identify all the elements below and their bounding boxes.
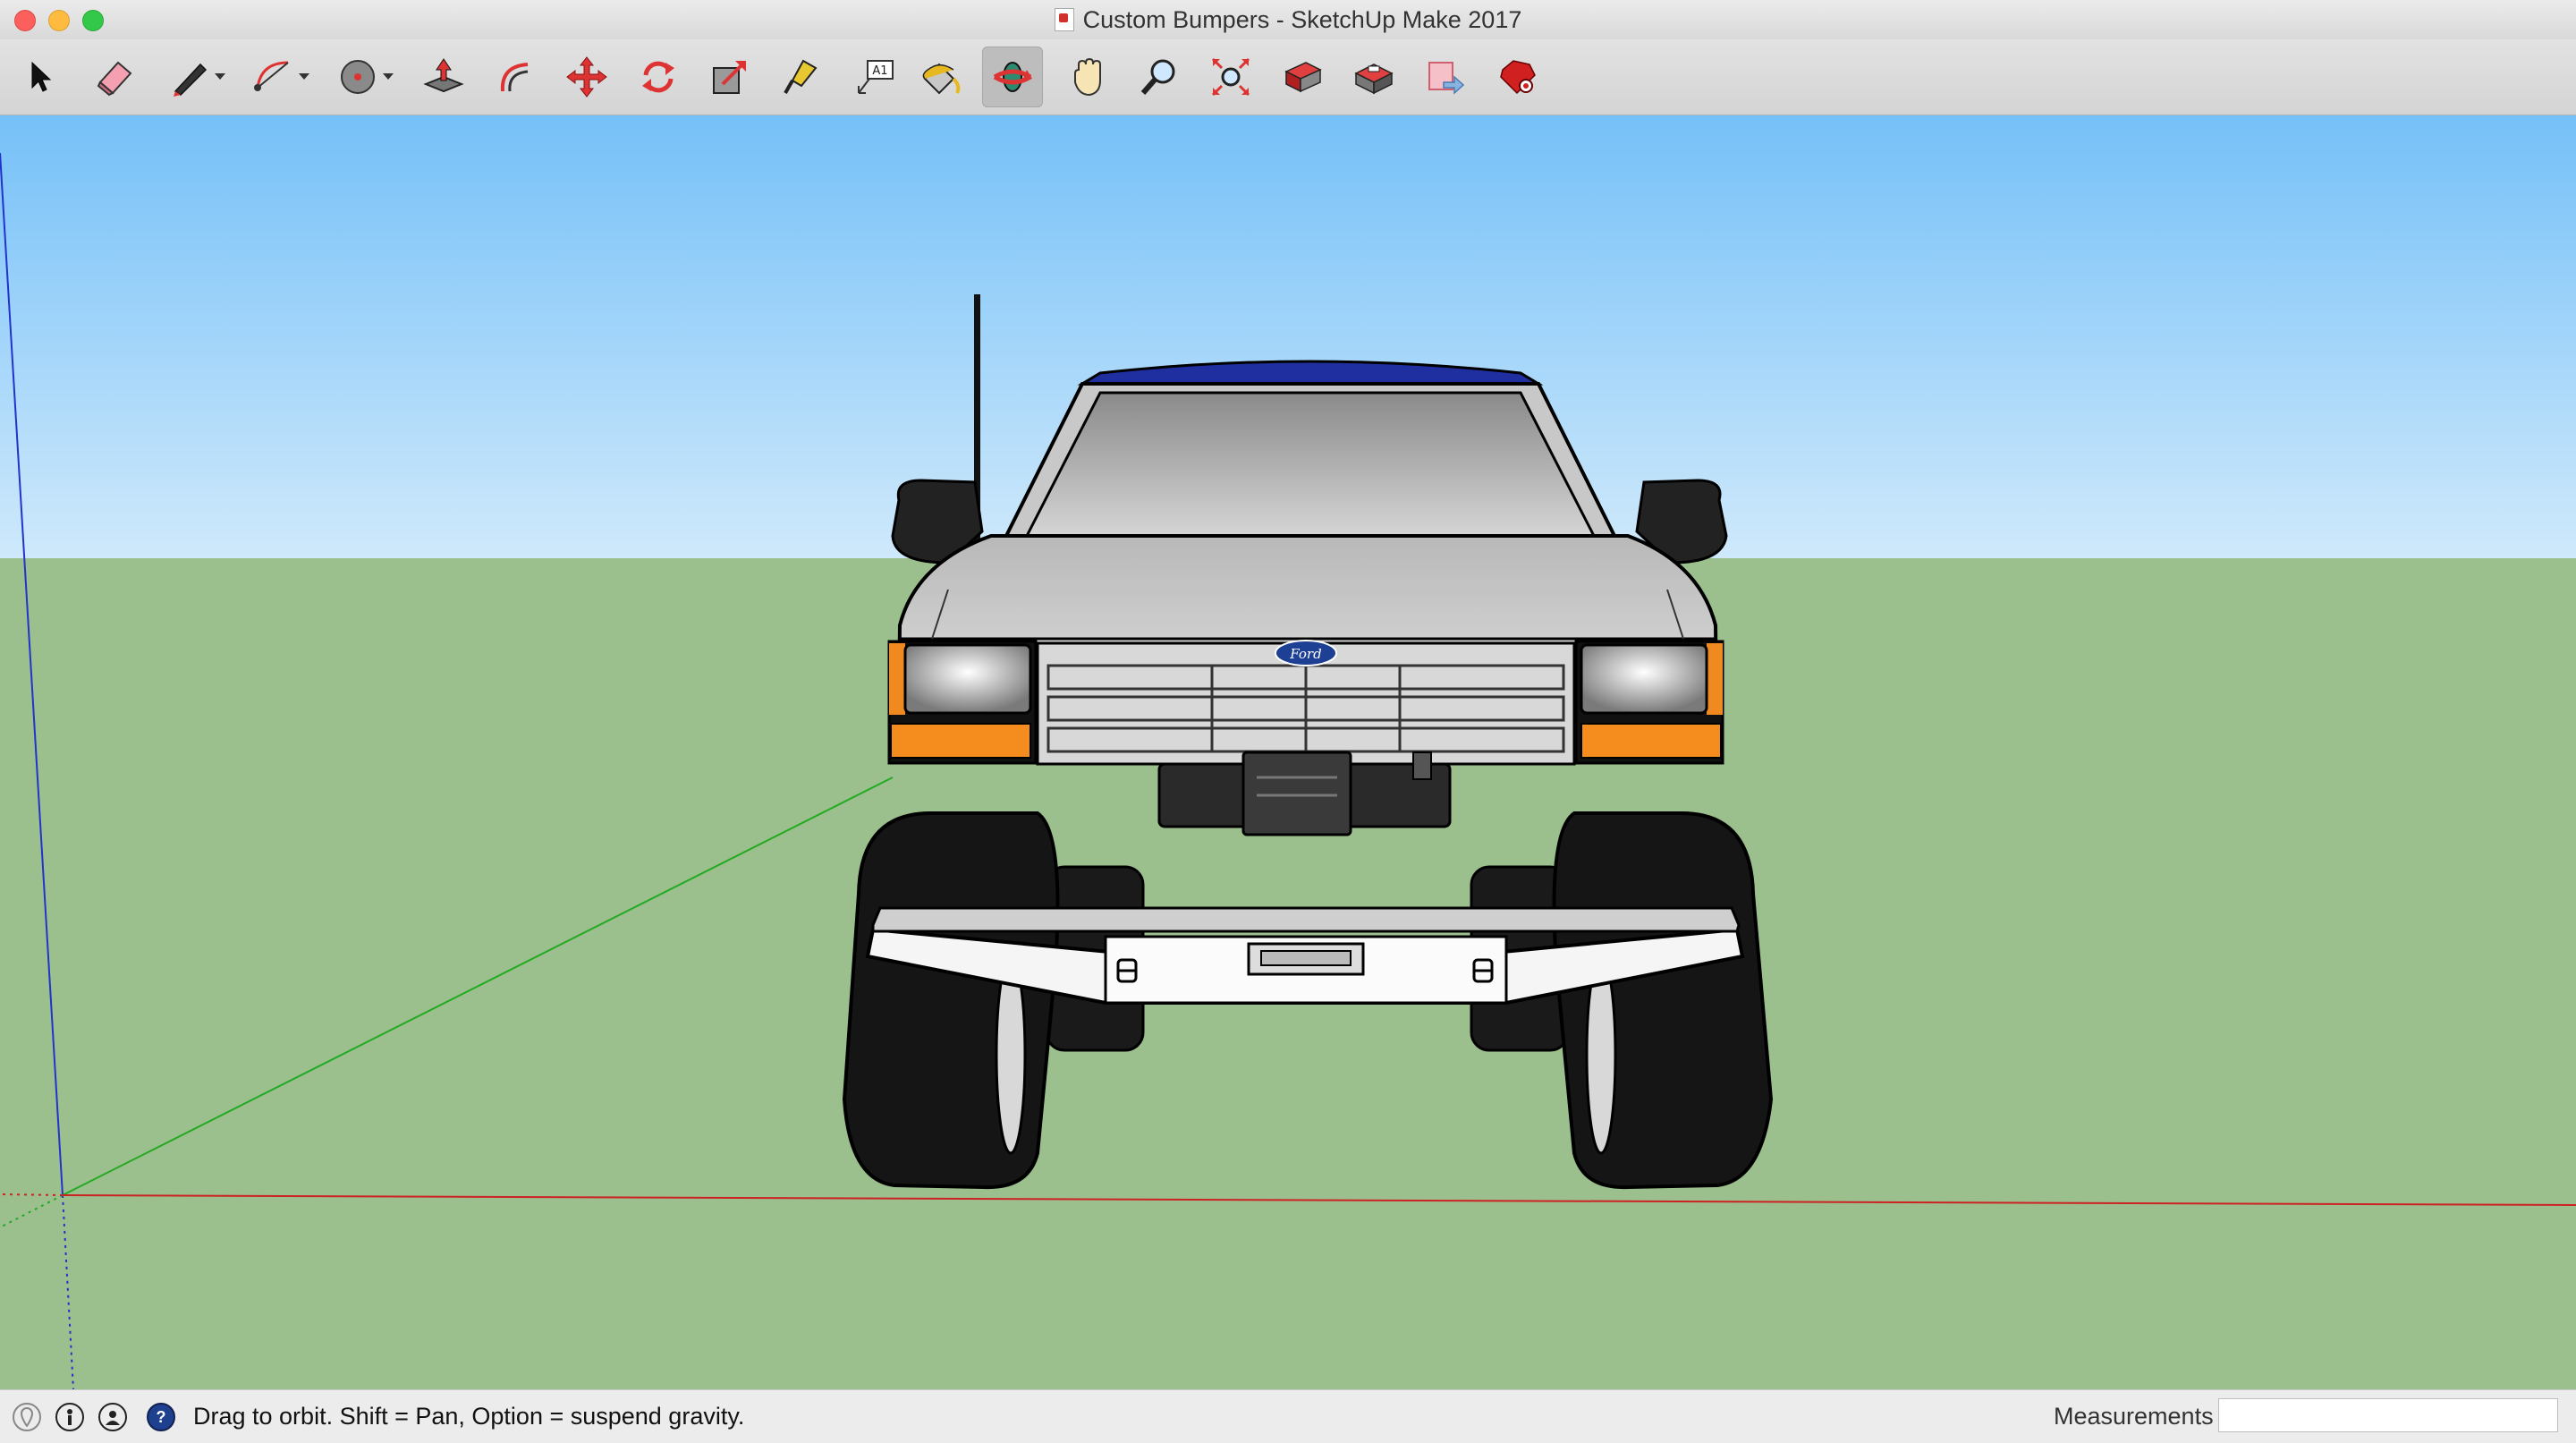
svg-text:A1: A1 bbox=[872, 64, 887, 78]
extension-manager-icon bbox=[1500, 60, 1536, 95]
send-to-layout-icon bbox=[1428, 62, 1465, 95]
3d-warehouse-icon bbox=[1284, 62, 1322, 93]
measurements-input[interactable] bbox=[2218, 1398, 2558, 1432]
model-viewport[interactable]: Ford bbox=[0, 115, 2576, 1389]
line-tool-button[interactable] bbox=[159, 47, 225, 107]
scene-canvas: Ford bbox=[0, 115, 2576, 1389]
push-pull-tool-icon bbox=[423, 58, 464, 93]
main-toolbar: A1 bbox=[0, 39, 2576, 115]
bumper-top bbox=[871, 906, 1741, 933]
title-bar: Custom Bumpers - SketchUp Make 2017 bbox=[0, 0, 2576, 39]
shape-tool-button[interactable] bbox=[327, 47, 394, 107]
send-to-layout-button[interactable] bbox=[1415, 47, 1476, 107]
extension-manager-button[interactable] bbox=[1487, 47, 1547, 107]
paint-bucket-tool-button[interactable] bbox=[911, 47, 971, 107]
headlight-right bbox=[1580, 643, 1708, 715]
shape-tool-icon bbox=[341, 60, 375, 94]
eraser-tool-icon bbox=[97, 61, 132, 97]
push-pull-tool-button[interactable] bbox=[413, 47, 474, 107]
scale-tool-button[interactable] bbox=[699, 47, 760, 107]
text-tool-button[interactable]: A1 bbox=[844, 47, 905, 107]
window-title: Custom Bumpers - SketchUp Make 2017 bbox=[1082, 6, 1522, 33]
document-icon bbox=[1054, 8, 1074, 31]
line-tool-icon bbox=[174, 63, 208, 97]
rotate-tool-button[interactable] bbox=[628, 47, 689, 107]
orbit-tool-icon bbox=[993, 62, 1032, 92]
front-tire-left bbox=[842, 811, 1060, 1190]
ford-badge-text: Ford bbox=[1289, 646, 1321, 662]
measurements-label: Measurements bbox=[2054, 1403, 2214, 1430]
shape-tool-dropdown-icon[interactable] bbox=[383, 73, 394, 80]
status-hint-text: Drag to orbit. Shift = Pan, Option = sus… bbox=[193, 1403, 745, 1430]
zoom-extents-tool-icon bbox=[1211, 57, 1250, 97]
arc-tool-button[interactable] bbox=[243, 47, 309, 107]
arc-tool-dropdown-icon[interactable] bbox=[299, 73, 309, 80]
status-bar: ? Drag to orbit. Shift = Pan, Option = s… bbox=[0, 1389, 2576, 1443]
line-tool-dropdown-icon[interactable] bbox=[215, 73, 225, 80]
tape-measure-tool-button[interactable] bbox=[771, 47, 832, 107]
arc-tool-icon bbox=[254, 61, 289, 91]
scale-tool-icon bbox=[713, 61, 746, 94]
rotate-tool-icon bbox=[642, 61, 674, 93]
winch bbox=[1157, 751, 1452, 836]
turn-signal-right-side bbox=[1707, 643, 1723, 715]
text-tool-icon: A1 bbox=[858, 60, 894, 94]
minimize-window-button[interactable] bbox=[48, 10, 70, 31]
tape-measure-tool-icon bbox=[784, 59, 818, 94]
turn-signal-right bbox=[1580, 723, 1722, 759]
credits-icon[interactable] bbox=[55, 1403, 84, 1431]
extension-warehouse-button[interactable] bbox=[1343, 47, 1404, 107]
close-window-button[interactable] bbox=[14, 10, 36, 31]
select-tool-icon bbox=[31, 61, 52, 92]
turn-signal-left-side bbox=[889, 643, 905, 715]
turn-signal-left bbox=[890, 723, 1031, 759]
orbit-tool-button[interactable] bbox=[982, 47, 1043, 107]
zoom-tool-icon bbox=[1140, 59, 1175, 95]
pan-tool-button[interactable] bbox=[1057, 47, 1118, 107]
headlight-left bbox=[903, 643, 1032, 715]
windshield bbox=[1024, 391, 1597, 538]
maximize-window-button[interactable] bbox=[82, 10, 104, 31]
front-tire-right bbox=[1552, 811, 1774, 1190]
zoom-extents-tool-button[interactable] bbox=[1200, 47, 1261, 107]
offset-tool-icon bbox=[500, 63, 529, 92]
offset-tool-button[interactable] bbox=[485, 47, 546, 107]
paint-bucket-tool-icon bbox=[922, 63, 961, 95]
move-tool-icon bbox=[566, 56, 607, 98]
move-tool-button[interactable] bbox=[556, 47, 617, 107]
help-icon[interactable]: ? bbox=[147, 1403, 175, 1431]
user-account-icon[interactable] bbox=[98, 1403, 127, 1431]
pan-tool-icon bbox=[1074, 57, 1101, 97]
eraser-tool-button[interactable] bbox=[84, 47, 145, 107]
select-tool-button[interactable] bbox=[11, 47, 72, 107]
3d-warehouse-button[interactable] bbox=[1272, 47, 1333, 107]
extension-warehouse-icon bbox=[1354, 64, 1394, 95]
zoom-tool-button[interactable] bbox=[1129, 47, 1190, 107]
geo-location-icon[interactable] bbox=[13, 1403, 41, 1431]
